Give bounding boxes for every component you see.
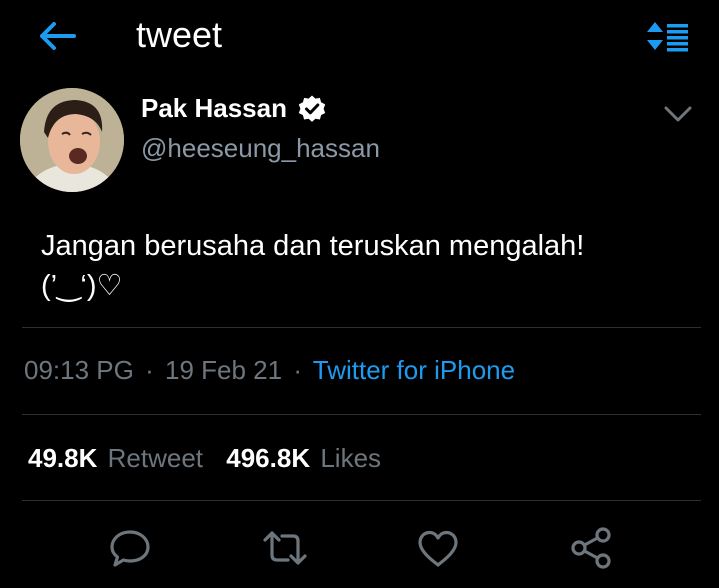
retweet-icon (263, 531, 307, 565)
author-name-row[interactable]: Pak Hassan (141, 93, 327, 124)
meta-separator: · (145, 355, 154, 385)
divider (22, 500, 701, 501)
share-icon (571, 527, 611, 569)
more-options-button[interactable] (662, 100, 694, 128)
retweets-stat[interactable]: 49.8K Retweet (28, 443, 219, 473)
divider (22, 327, 701, 328)
verified-badge-icon (297, 94, 327, 124)
tweet-meta: 09:13 PG · 19 Feb 21 · Twitter for iPhon… (24, 355, 515, 386)
chevron-down-icon (664, 106, 692, 122)
like-icon (418, 530, 458, 567)
page-title: tweet (136, 14, 223, 55)
reply-button[interactable] (106, 524, 154, 572)
likes-stat[interactable]: 496.8K Likes (226, 443, 397, 473)
retweet-button[interactable] (261, 524, 309, 572)
back-button[interactable] (36, 18, 78, 54)
avatar[interactable] (20, 88, 124, 192)
profile-photo (20, 88, 124, 192)
like-button[interactable] (414, 524, 462, 572)
author-display-name: Pak Hassan (141, 93, 287, 123)
top-bar: tweet (0, 0, 719, 76)
likes-count: 496.8K (226, 443, 311, 473)
author-handle[interactable]: @heeseung_hassan (141, 133, 380, 164)
tweet-date: 19 Feb 21 (165, 355, 283, 385)
tweet-stats: 49.8K Retweet 496.8K Likes (28, 443, 397, 474)
arrow-left-icon (40, 22, 76, 50)
retweets-label: Retweet (107, 443, 204, 473)
tweet-text: Jangan berusaha dan teruskan mengalah! (… (41, 230, 585, 302)
likes-label: Likes (320, 443, 382, 473)
share-button[interactable] (567, 524, 615, 572)
retweets-count: 49.8K (28, 443, 98, 473)
reply-icon (110, 530, 150, 567)
meta-separator: · (293, 355, 302, 385)
sort-list-icon (647, 22, 688, 52)
sort-button[interactable] (646, 18, 690, 54)
tweet-source-link[interactable]: Twitter for iPhone (313, 355, 515, 385)
tweet-time: 09:13 PG (24, 355, 134, 385)
divider (22, 414, 701, 415)
